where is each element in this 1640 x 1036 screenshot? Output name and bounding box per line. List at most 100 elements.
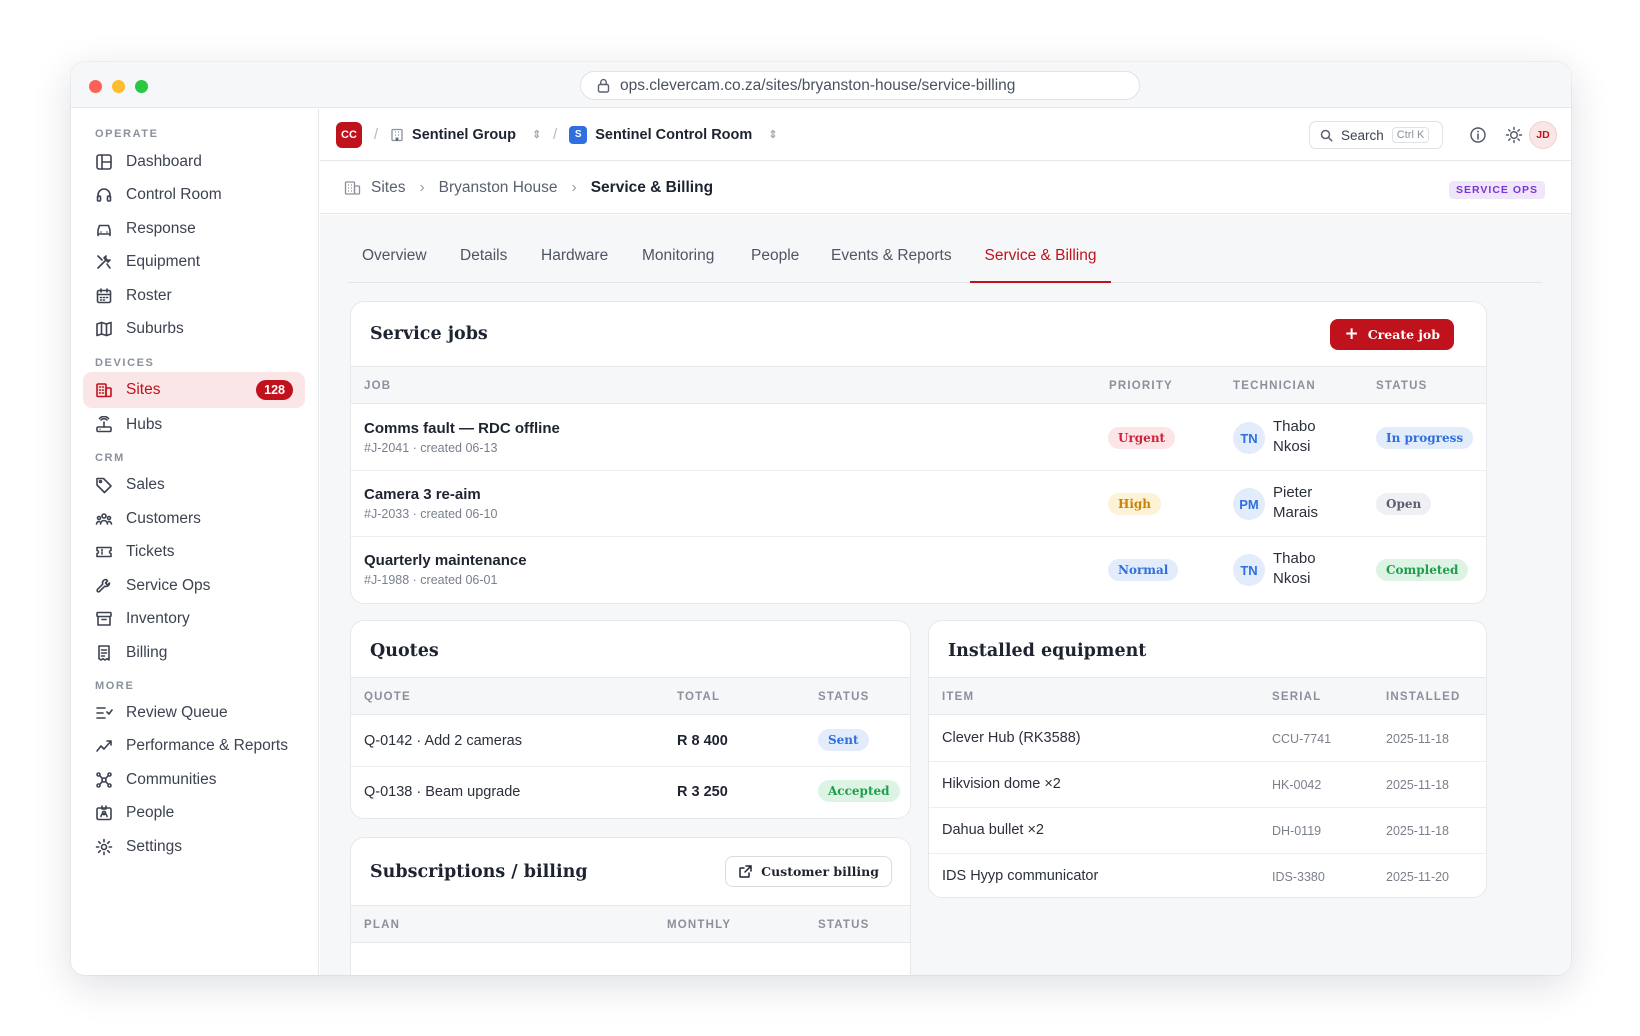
sidebar-item-equipment[interactable]: Equipment	[83, 244, 305, 280]
technician-avatar: TN	[1233, 554, 1265, 586]
table-row[interactable]: Q-0138 · Beam upgrade R 3 250 Accepted	[351, 767, 910, 818]
sidebar-item-settings[interactable]: Settings	[83, 829, 305, 865]
job-meta: #J-2033 · created 06-10	[364, 507, 498, 521]
sidebar-item-service-ops[interactable]: Service Ops	[83, 568, 305, 604]
sidebar-item-communities[interactable]: Communities	[83, 762, 305, 798]
job-title[interactable]: Quarterly maintenance	[364, 552, 527, 569]
sidebar-item-dashboard[interactable]: Dashboard	[83, 144, 305, 180]
column-header: ITEM	[942, 691, 975, 703]
sidebar-item-inventory[interactable]: Inventory	[83, 601, 305, 637]
table-row: IDS Hyyp communicator IDS-3380 2025-11-20	[929, 854, 1486, 897]
maximize-window-button[interactable]	[135, 80, 148, 93]
priority-badge: High	[1108, 493, 1162, 515]
column-header: TOTAL	[677, 691, 721, 703]
sidebar-item-hubs[interactable]: Hubs	[83, 407, 305, 443]
tab-hardware[interactable]: Hardware	[541, 247, 608, 283]
router-icon	[95, 416, 113, 434]
column-header: QUOTE	[364, 691, 411, 703]
table-header: ITEM SERIAL INSTALLED	[929, 677, 1486, 715]
table-row: Dahua bullet ×2 DH-0119 2025-11-18	[929, 808, 1486, 854]
sidebar-item-billing[interactable]: Billing	[83, 635, 305, 671]
column-header: JOB	[364, 380, 392, 392]
search-shortcut: Ctrl K	[1391, 127, 1430, 143]
calendar-icon	[95, 287, 113, 305]
tab-events-reports[interactable]: Events & Reports	[831, 247, 952, 283]
tab-details[interactable]: Details	[460, 247, 507, 283]
table-row[interactable]: Comms fault — RDC offline #J-2041 · creat…	[351, 405, 1486, 471]
table-header: QUOTE TOTAL STATUS	[351, 677, 910, 715]
column-header: PRIORITY	[1109, 380, 1173, 392]
workspace-switcher[interactable]: S Sentinel Control Room ⇕	[569, 125, 778, 144]
info-icon[interactable]	[1469, 126, 1487, 144]
workspace-badge: S	[569, 125, 588, 144]
status-badge: Accepted	[818, 780, 900, 802]
card-title: Service jobs	[370, 324, 488, 344]
tab-monitoring[interactable]: Monitoring	[642, 247, 714, 283]
tab-people[interactable]: People	[751, 247, 799, 283]
external-link-icon	[739, 865, 752, 878]
minimize-window-button[interactable]	[112, 80, 125, 93]
technician-avatar: TN	[1233, 422, 1265, 454]
address-bar[interactable]: ops.clevercam.co.za/sites/bryanston-hous…	[580, 71, 1140, 100]
technician-last-name: Nkosi	[1273, 438, 1311, 455]
table-row[interactable]: Camera 3 re-aim #J-2033 · created 06-10 Hi…	[351, 471, 1486, 537]
breadcrumb-current: Service & Billing	[590, 178, 714, 196]
sidebar-item-label: Performance & Reports	[126, 737, 288, 754]
sidebar-item-people[interactable]: People	[83, 795, 305, 831]
section-heading-devices: DEVICES	[95, 357, 155, 369]
sidebar-item-performance-and-reports[interactable]: Performance & Reports	[83, 728, 305, 764]
headset-icon	[95, 186, 113, 204]
technician-last-name: Nkosi	[1273, 570, 1311, 587]
tab-overview[interactable]: Overview	[362, 247, 427, 283]
tools-icon	[95, 253, 113, 271]
equipment-item: Dahua bullet ×2	[942, 822, 1044, 838]
create-job-button[interactable]: + Create job	[1330, 319, 1454, 350]
org-switcher[interactable]: Sentinel Group ⇕	[390, 127, 541, 143]
section-heading-more: MORE	[95, 680, 135, 692]
sun-icon[interactable]	[1505, 126, 1523, 144]
table-row[interactable]: Quarterly maintenance #J-1988 · created 0…	[351, 537, 1486, 603]
breadcrumb: Sites › Bryanston House › Service & Bill…	[320, 162, 1571, 214]
customer-billing-label: Customer billing	[761, 864, 879, 879]
gear-icon	[95, 838, 113, 856]
id-card-icon	[95, 804, 113, 822]
search-button[interactable]: Search Ctrl K	[1309, 121, 1443, 149]
job-title[interactable]: Comms fault — RDC offline	[364, 420, 560, 437]
equipment-serial: CCU-7741	[1272, 732, 1332, 746]
user-avatar[interactable]: JD	[1529, 121, 1557, 149]
sidebar-item-roster[interactable]: Roster	[83, 278, 305, 314]
sidebar-item-customers[interactable]: Customers	[83, 501, 305, 537]
sidebar-item-sales[interactable]: Sales	[83, 467, 305, 503]
close-window-button[interactable]	[89, 80, 102, 93]
section-heading-crm: CRM	[95, 452, 125, 464]
chevron-updown-icon: ⇕	[531, 129, 542, 141]
search-label: Search	[1341, 127, 1384, 143]
equipment-serial: HK-0042	[1272, 778, 1322, 792]
quote-name: Q-0142 · Add 2 cameras	[364, 733, 522, 749]
section-heading-operate: OPERATE	[95, 128, 159, 140]
app-logo[interactable]: CC	[336, 121, 362, 148]
customer-billing-button[interactable]: Customer billing	[725, 856, 892, 887]
column-header: STATUS	[1376, 380, 1428, 392]
status-badge: Sent	[818, 729, 869, 751]
status-badge: Open	[1376, 493, 1432, 515]
breadcrumb-sites[interactable]: Sites	[371, 179, 405, 197]
network-icon	[95, 771, 113, 789]
breadcrumb-site[interactable]: Bryanston House	[439, 179, 558, 197]
plus-icon: +	[1344, 324, 1359, 344]
sidebar-item-suburbs[interactable]: Suburbs	[83, 311, 305, 347]
sidebar-item-label: Sales	[126, 476, 165, 493]
sidebar-item-control-room[interactable]: Control Room	[83, 177, 305, 213]
tab-service-billing[interactable]: Service & Billing	[970, 247, 1111, 283]
tab-bar: Overview Details Hardware Monitoring Peo…	[348, 247, 1542, 283]
sidebar-item-tickets[interactable]: Tickets	[83, 534, 305, 570]
job-title[interactable]: Camera 3 re-aim	[364, 486, 481, 503]
sidebar-item-review-queue[interactable]: Review Queue	[83, 695, 305, 731]
sidebar-item-sites[interactable]: Sites 128	[83, 372, 305, 408]
sidebar-item-response[interactable]: Response	[83, 211, 305, 247]
priority-badge: Urgent	[1108, 427, 1176, 449]
sidebar-item-label: Settings	[126, 838, 183, 855]
tag-icon	[95, 476, 113, 494]
technician-last-name: Marais	[1273, 504, 1319, 521]
table-row[interactable]: Q-0142 · Add 2 cameras R 8 400 Sent	[351, 716, 910, 767]
